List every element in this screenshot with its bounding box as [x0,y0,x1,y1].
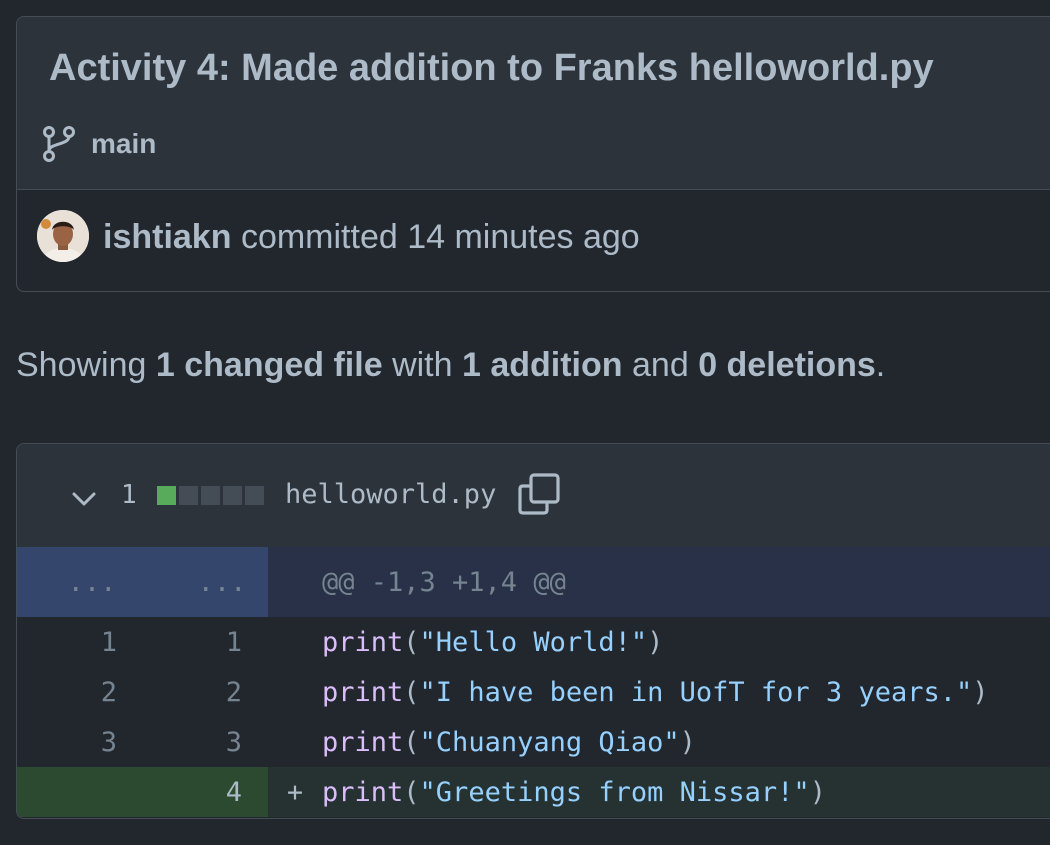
code-paren-open: ( [403,626,420,658]
commit-header-box: Activity 4: Made addition to Franks hell… [16,16,1050,292]
diff-line-row: 3 3 print("Chuanyang Qiao") [17,717,1050,767]
code-paren-close: ) [679,726,696,758]
new-line-number[interactable]: 1 [142,617,242,667]
new-line-number[interactable]: 4 [142,767,242,817]
line-number-gutter: 22 [17,667,268,717]
new-line-number[interactable]: 2 [142,667,242,717]
summary-prefix: Showing [16,346,147,384]
diffstat-count: 1 [121,480,137,510]
code-line: print("I have been in UofT for 3 years."… [268,667,1050,717]
code-paren-open: ( [403,726,420,758]
diff-line-row: 2 2 print("I have been in UofT for 3 years… [17,667,1050,717]
code-function: print [322,726,404,758]
commit-action: committed [240,218,398,256]
line-number-gutter: 33 [17,717,268,767]
diff-marker: + [286,776,304,808]
expand-up-marker[interactable]: ... [37,547,147,617]
hunk-gutter[interactable]: ... ... [17,547,268,617]
deletions-count: 0 deletions [698,346,876,384]
diff-summary: Showing 1 changed file with 1 addition a… [16,346,885,385]
git-branch-icon [41,125,77,163]
code-string: "Chuanyang Qiao" [419,726,680,758]
hunk-header: @@ -1,3 +1,4 @@ [268,547,1050,617]
diff-line-row: 4 + print("Greetings from Nissar!") [17,767,1050,817]
code-line: + print("Greetings from Nissar!") [268,767,1050,817]
diffstat-block-added [157,486,176,505]
diffstat-block-neutral [223,486,242,505]
old-line-number[interactable]: 3 [17,717,117,767]
code-string: "I have been in UofT for 3 years." [419,676,973,708]
changed-files-count[interactable]: 1 changed file [156,346,383,384]
line-number-gutter: 11 [17,617,268,667]
branch-link[interactable]: main [41,125,156,163]
code-function: print [322,776,404,808]
commit-meta-text: ishtiakn committed 14 minutes ago [103,218,640,257]
summary-and: and [632,346,689,384]
code-function: print [322,676,404,708]
code-paren-close: ) [647,626,664,658]
commit-meta: ishtiakn committed 14 minutes ago [17,190,1050,291]
code-paren-close: ) [809,776,826,808]
code-function: print [322,626,404,658]
file-name[interactable]: helloworld.py [285,479,496,510]
summary-with: with [392,346,453,384]
additions-count: 1 addition [461,346,623,384]
code-paren-open: ( [403,676,420,708]
diffstat-block-neutral [245,486,264,505]
copy-icon[interactable] [517,472,561,521]
commit-title: Activity 4: Made addition to Franks hell… [49,47,934,89]
code-string: "Greetings from Nissar!" [419,776,810,808]
line-number-gutter: 4 [17,767,268,817]
diffstat-block-neutral [201,486,220,505]
code-line: print("Chuanyang Qiao") [268,717,1050,767]
new-line-number[interactable]: 3 [142,717,242,767]
commit-author[interactable]: ishtiakn [103,218,231,256]
summary-suffix: . [875,346,886,384]
code-line: print("Hello World!") [268,617,1050,667]
avatar[interactable] [37,210,89,262]
hunk-header-row: ... ... @@ -1,3 +1,4 @@ [17,547,1050,617]
chevron-down-icon[interactable] [69,484,99,519]
code-paren-close: ) [972,676,989,708]
old-line-number[interactable]: 2 [17,667,117,717]
expand-down-marker[interactable]: ... [167,547,277,617]
diff-table: ... ... @@ -1,3 +1,4 @@ 1 1 print("Hello W… [17,547,1050,817]
commit-time[interactable]: 14 minutes ago [407,218,640,256]
diffstat-bar [157,486,264,505]
branch-name: main [91,128,157,159]
old-line-number[interactable] [17,767,117,817]
file-diff: 1 helloworld.py ... ... @@ -1,3 +1,4 @@ … [16,443,1050,819]
diff-line-row: 1 1 print("Hello World!") [17,617,1050,667]
diff-lines: 1 1 print("Hello World!") 2 2 print("I have b… [17,617,1050,817]
code-paren-open: ( [403,776,420,808]
code-string: "Hello World!" [419,626,648,658]
old-line-number[interactable]: 1 [17,617,117,667]
file-header: 1 helloworld.py [17,444,1050,548]
hunk-header-text: @@ -1,3 +1,4 @@ [322,566,566,598]
diffstat-block-neutral [179,486,198,505]
